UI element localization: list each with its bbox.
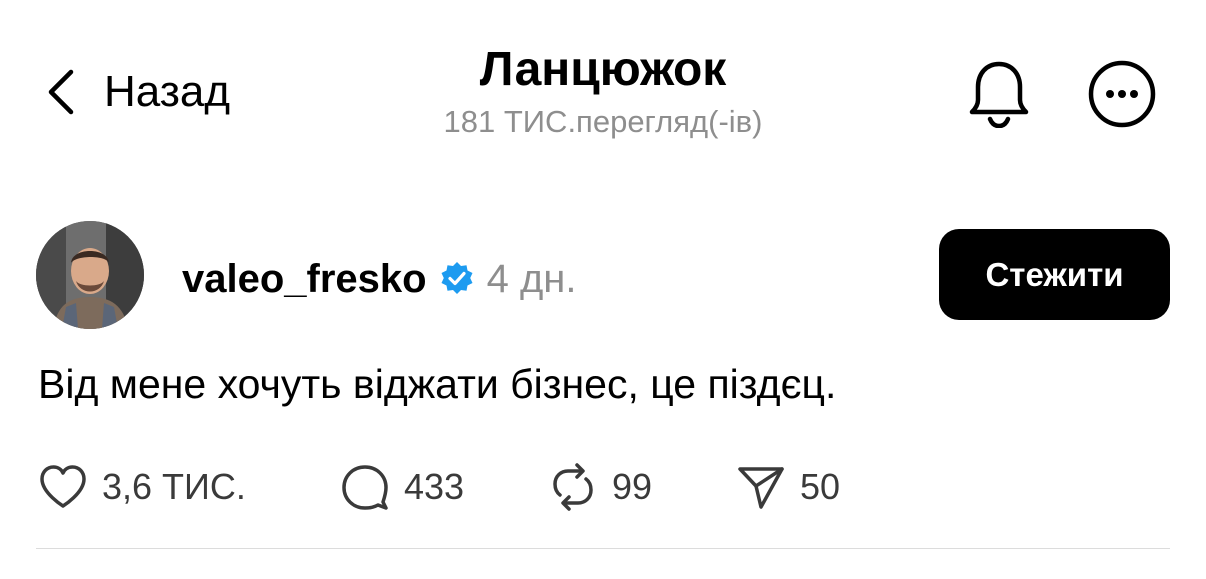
send-icon bbox=[738, 467, 784, 509]
repost-count: 99 bbox=[612, 466, 653, 507]
repost-icon bbox=[553, 463, 593, 511]
page-title: Ланцюжок bbox=[479, 43, 727, 96]
title-block: Ланцюжок 181 ТИС.перегляд(-ів) bbox=[353, 40, 853, 142]
bell-icon bbox=[969, 61, 1029, 129]
heart-icon bbox=[40, 465, 86, 508]
more-options-button[interactable] bbox=[1086, 58, 1158, 130]
author-row: valeo_fresko 4 дн. bbox=[182, 251, 577, 307]
like-button[interactable]: 3,6 ТИС. bbox=[38, 459, 246, 515]
avatar-image bbox=[36, 221, 144, 329]
chevron-left-icon bbox=[48, 69, 74, 115]
comment-icon bbox=[342, 465, 388, 510]
post-actions: 3,6 ТИС. 433 99 50 bbox=[0, 459, 1206, 515]
back-label: Назад bbox=[104, 67, 231, 116]
like-count: 3,6 ТИС. bbox=[102, 466, 246, 507]
post-text: Від мене хочуть віджати бізнес, це піздє… bbox=[38, 361, 837, 407]
follow-button[interactable]: Стежити bbox=[939, 229, 1170, 320]
comment-button[interactable]: 433 bbox=[340, 459, 464, 515]
post-time: 4 дн. bbox=[486, 256, 577, 301]
share-button[interactable]: 50 bbox=[736, 459, 840, 515]
username[interactable]: valeo_fresko bbox=[182, 257, 427, 302]
avatar[interactable] bbox=[36, 221, 144, 329]
comment-count: 433 bbox=[404, 466, 465, 507]
thread-header: Назад Ланцюжок 181 ТИС.перегляд(-ів) bbox=[0, 0, 1206, 170]
back-button[interactable]: Назад bbox=[44, 62, 230, 122]
divider bbox=[36, 548, 1170, 549]
more-icon bbox=[1088, 60, 1156, 128]
notifications-button[interactable] bbox=[966, 58, 1032, 129]
view-count: 181 ТИС.перегляд(-ів) bbox=[443, 104, 763, 139]
share-count: 50 bbox=[800, 466, 841, 507]
repost-button[interactable]: 99 bbox=[548, 459, 652, 515]
verified-badge-icon bbox=[441, 262, 473, 294]
